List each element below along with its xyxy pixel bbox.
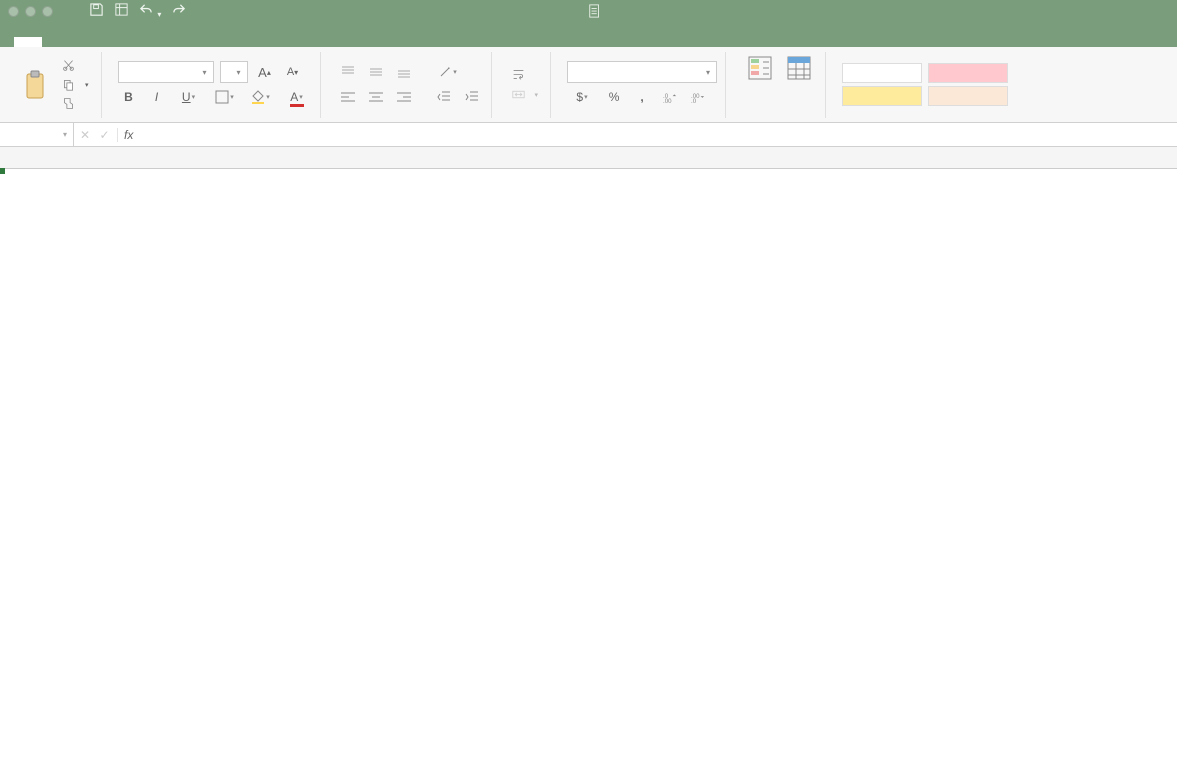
orientation-button[interactable]: ▾: [433, 61, 463, 83]
file-icon[interactable]: [114, 2, 129, 20]
decrease-font-icon[interactable]: A▾: [282, 61, 304, 83]
number-format-select[interactable]: ▾: [567, 61, 717, 83]
ribbon: ▾ ▾ ▾ A▴ A▾ B I U▾ ▾ ▾ A▾ ▾: [0, 47, 1177, 123]
cut-button[interactable]: [58, 57, 93, 74]
cancel-formula-icon[interactable]: ✕: [74, 128, 96, 142]
align-right-icon[interactable]: [393, 86, 415, 108]
window-titlebar: ▾: [0, 0, 1177, 22]
name-box[interactable]: ▾: [0, 123, 74, 146]
increase-indent-icon[interactable]: [461, 86, 483, 108]
copy-button[interactable]: ▾: [58, 76, 93, 93]
spreadsheet-grid[interactable]: [0, 147, 1177, 169]
document-title: [186, 4, 1009, 18]
underline-button[interactable]: U▾: [174, 86, 204, 108]
traffic-light-min[interactable]: [25, 6, 36, 17]
italic-button[interactable]: I: [146, 86, 168, 108]
increase-decimal-icon[interactable]: .0.00: [659, 86, 681, 108]
formula-bar: ▾ ✕ ✓ fx: [0, 123, 1177, 147]
tab-insert[interactable]: [42, 37, 70, 47]
style-bad[interactable]: [928, 63, 1008, 83]
traffic-light-close[interactable]: [8, 6, 19, 17]
align-left-icon[interactable]: [337, 86, 359, 108]
confirm-formula-icon[interactable]: ✓: [96, 128, 118, 142]
percent-format-icon[interactable]: %: [603, 86, 625, 108]
align-middle-icon[interactable]: [365, 61, 387, 83]
tab-developer[interactable]: [210, 37, 238, 47]
font-size-select[interactable]: ▾: [220, 61, 248, 83]
ribbon-tabs: [0, 22, 1177, 47]
format-as-table-button[interactable]: [781, 52, 817, 118]
border-button[interactable]: ▾: [210, 86, 240, 108]
decrease-indent-icon[interactable]: [433, 86, 455, 108]
paste-button[interactable]: [18, 67, 54, 103]
style-normal[interactable]: [842, 63, 922, 83]
tab-review[interactable]: [154, 37, 182, 47]
fx-label: fx: [118, 128, 133, 142]
svg-text:.00: .00: [663, 98, 672, 104]
font-name-select[interactable]: ▾: [118, 61, 214, 83]
comma-format-icon[interactable]: ,: [631, 86, 653, 108]
wrap-text-button[interactable]: [508, 66, 543, 83]
font-color-button[interactable]: A▾: [282, 86, 312, 108]
tab-data[interactable]: [126, 37, 154, 47]
align-bottom-icon[interactable]: [393, 61, 415, 83]
svg-text:.0: .0: [691, 98, 697, 104]
align-top-icon[interactable]: [337, 61, 359, 83]
tab-page-layout[interactable]: [70, 37, 98, 47]
redo-icon[interactable]: [171, 2, 186, 20]
format-painter-button[interactable]: [58, 95, 93, 112]
tab-home[interactable]: [14, 37, 42, 47]
align-center-icon[interactable]: [365, 86, 387, 108]
undo-icon[interactable]: ▾: [139, 2, 161, 20]
fill-color-button[interactable]: ▾: [246, 86, 276, 108]
tab-formulas[interactable]: [98, 37, 126, 47]
save-icon[interactable]: [89, 2, 104, 20]
tab-view[interactable]: [182, 37, 210, 47]
style-calculation[interactable]: [928, 86, 1008, 106]
conditional-formatting-button[interactable]: [742, 52, 778, 118]
bold-button[interactable]: B: [118, 86, 140, 108]
decrease-decimal-icon[interactable]: .00.0: [687, 86, 709, 108]
increase-font-icon[interactable]: A▴: [254, 61, 276, 83]
merge-center-button[interactable]: ▾: [508, 86, 543, 103]
traffic-light-max[interactable]: [42, 6, 53, 17]
accounting-format-icon[interactable]: $▾: [567, 86, 597, 108]
style-neutral[interactable]: [842, 86, 922, 106]
